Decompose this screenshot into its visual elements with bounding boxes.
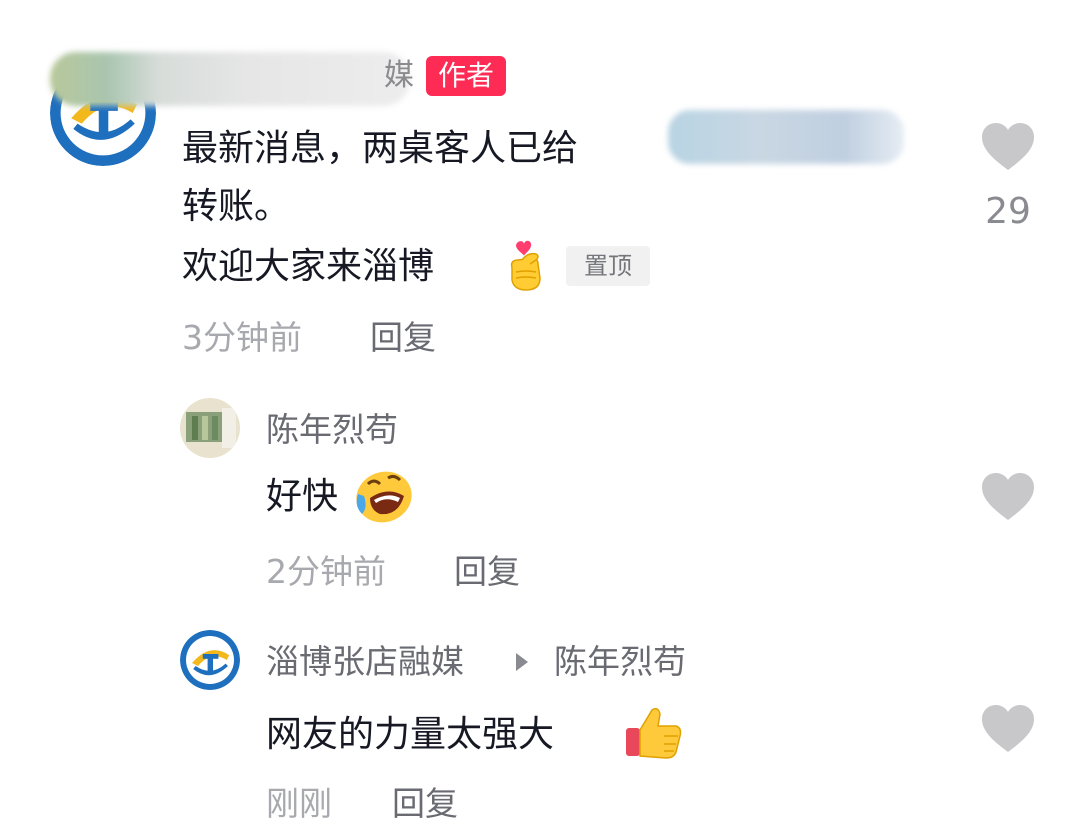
reply-author-name[interactable]: 淄博张店融媒 <box>266 642 464 682</box>
reply-to-name[interactable]: 陈年烈苟 <box>554 642 686 682</box>
rolling-laughing-emoji-icon <box>352 470 414 524</box>
finger-heart-emoji-icon <box>502 238 548 292</box>
like-heart-icon[interactable] <box>980 122 1036 172</box>
comment-text-line-3: 欢迎大家来淄博 <box>182 246 435 287</box>
reply-button[interactable]: 回复 <box>454 552 520 592</box>
reply-author-name[interactable]: 陈年烈苟 <box>266 410 398 450</box>
reply-avatar-1[interactable] <box>180 398 240 458</box>
reply-time: 2分钟前 <box>266 552 386 591</box>
reply-button[interactable]: 回复 <box>392 784 458 824</box>
comment-text-line-1: 最新消息，两桌客人已给 <box>182 128 579 169</box>
pinned-tag: 置顶 <box>566 246 650 286</box>
reply-text: 网友的力量太强大 <box>266 714 555 755</box>
thumbs-up-emoji-icon <box>624 704 684 760</box>
like-count: 29 <box>985 191 1031 232</box>
like-heart-icon[interactable] <box>980 472 1036 522</box>
comment-time: 3分钟前 <box>182 318 302 357</box>
reply-button[interactable]: 回复 <box>370 318 436 358</box>
reply-text: 好快 <box>266 476 339 517</box>
comment-text-line-2: 转账。 <box>182 186 291 227</box>
mention-redacted <box>668 110 904 164</box>
reply-time: 刚刚 <box>266 784 332 823</box>
author-badge: 作者 <box>426 56 507 96</box>
reply-avatar-2[interactable] <box>180 630 240 690</box>
reply-to-arrow-icon <box>516 653 528 671</box>
author-name-fragment[interactable]: 媒 <box>384 58 414 94</box>
author-name-redacted <box>50 52 410 106</box>
like-heart-icon[interactable] <box>980 704 1036 754</box>
